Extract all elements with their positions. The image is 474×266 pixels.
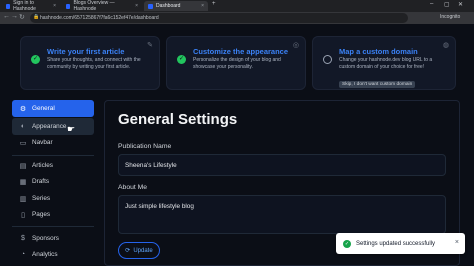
sidebar-item-analytics[interactable]: ◔ Analytics xyxy=(12,246,94,263)
sidebar-item-series[interactable]: ▥ Series xyxy=(12,190,94,207)
sidebar-item-label: Appearance xyxy=(32,123,67,130)
incomplete-circle-icon xyxy=(323,55,332,64)
publication-name-label: Publication Name xyxy=(118,143,172,150)
close-toast-icon[interactable]: × xyxy=(455,239,459,246)
tab-label: Sign in to Hashnode xyxy=(13,0,36,12)
card-description: Change your hashnode.dev blog URL to a c… xyxy=(339,57,433,70)
hashnode-favicon-icon xyxy=(6,3,11,9)
sidebar-item-sponsors[interactable]: $ Sponsors xyxy=(12,230,94,247)
close-tab-icon[interactable]: × xyxy=(201,3,204,9)
gear-icon: ⚙ xyxy=(19,105,27,113)
update-button[interactable]: ⟳ Update xyxy=(118,242,160,259)
close-window-icon[interactable]: ✕ xyxy=(458,1,463,8)
about-me-textarea[interactable]: Just simple lifestyle blog xyxy=(118,195,446,234)
success-check-icon: ✓ xyxy=(343,239,351,248)
hashnode-favicon-icon xyxy=(148,3,153,9)
palette-icon: ◐ xyxy=(20,123,26,130)
pencil-icon: ✎ xyxy=(147,42,153,49)
pages-icon: ▯ xyxy=(21,211,25,219)
tab-sign-in[interactable]: Sign in to Hashnode × xyxy=(2,0,60,12)
tab-blogs-overview[interactable]: Blogs Overview — Hashnode × xyxy=(62,0,142,12)
card-title: Customize the appearance xyxy=(193,47,289,56)
dollar-icon: $ xyxy=(21,235,25,242)
toast-message: Settings updated successfully xyxy=(356,240,436,247)
reload-icon[interactable]: ↻ xyxy=(19,13,25,21)
onboarding-card-customize[interactable]: ✓ Customize the appearance Personalize t… xyxy=(166,36,306,90)
skip-custom-domain-button[interactable]: Skip, I don't want custom domain xyxy=(339,81,416,88)
about-me-label: About Me xyxy=(118,184,148,191)
sidebar-item-general[interactable]: ⚙ General xyxy=(12,100,94,117)
page-title: General Settings xyxy=(118,111,238,128)
card-title: Write your first article xyxy=(47,47,125,56)
sidebar-divider xyxy=(12,155,94,156)
sidebar-item-label: Analytics xyxy=(32,251,58,258)
document-icon: ▤ xyxy=(19,162,27,170)
sidebar-item-articles[interactable]: ▤ Articles xyxy=(12,157,94,174)
url-text: hashnode.com/657125867f7fa6c152ef47e/das… xyxy=(40,15,159,21)
sidebar-item-appearance[interactable]: ◐ Appearance xyxy=(12,118,94,135)
success-toast: ✓ Settings updated successfully × xyxy=(336,233,465,254)
tab-label: Dashboard xyxy=(156,3,181,9)
checkmark-icon: ✓ xyxy=(31,55,40,64)
sidebar-item-label: Sponsors xyxy=(32,235,59,242)
navbar-icon: ▭ xyxy=(19,139,27,147)
sidebar-item-label: Navbar xyxy=(32,139,53,146)
onboarding-card-write-article[interactable]: ✓ Write your first article Share your th… xyxy=(20,36,160,90)
update-icon: ⟳ xyxy=(125,248,131,254)
maximize-icon[interactable]: ▢ xyxy=(444,1,450,8)
sidebar-divider xyxy=(12,226,94,227)
sidebar-item-pages[interactable]: ▯ Pages xyxy=(12,206,94,223)
url-input[interactable]: 🔒 hashnode.com/657125867f7fa6c152ef47e/d… xyxy=(30,13,408,23)
card-description: Personalize the design of your blog and … xyxy=(193,57,281,70)
drafts-icon: ▦ xyxy=(19,178,27,186)
sidebar-item-drafts[interactable]: ▦ Drafts xyxy=(12,173,94,190)
settings-sidebar: ⚙ General ◐ Appearance ▭ Navbar ▤ Articl… xyxy=(12,100,94,266)
tab-label: Blogs Overview — Hashnode xyxy=(73,0,115,12)
checkmark-icon: ✓ xyxy=(177,55,186,64)
series-icon: ▥ xyxy=(19,195,27,203)
sidebar-item-navbar[interactable]: ▭ Navbar xyxy=(12,134,94,151)
onboarding-card-custom-domain[interactable]: Map a custom domain Change your hashnode… xyxy=(312,36,456,90)
sidebar-item-label: Drafts xyxy=(32,178,50,185)
sidebar-item-label: Pages xyxy=(32,211,51,218)
publication-name-input[interactable]: Sheena's Lifestyle xyxy=(118,154,446,176)
globe-icon: ◍ xyxy=(442,42,449,49)
palette-icon: ◎ xyxy=(292,42,299,49)
close-tab-icon[interactable]: × xyxy=(135,3,138,9)
minimize-icon[interactable]: – xyxy=(430,1,433,7)
sidebar-item-label: General xyxy=(32,105,55,112)
analytics-icon: ◔ xyxy=(20,251,26,258)
update-button-label: Update xyxy=(133,247,153,254)
card-title: Map a custom domain xyxy=(339,47,418,56)
back-icon[interactable]: ← xyxy=(3,13,10,20)
mouse-pointer-icon: ☛ xyxy=(67,124,76,134)
forward-icon[interactable]: → xyxy=(11,13,18,20)
new-tab-button[interactable]: + xyxy=(212,1,216,7)
tab-dashboard[interactable]: Dashboard × xyxy=(144,1,208,11)
card-description: Share your thoughts, and connect with th… xyxy=(47,57,141,70)
incognito-label[interactable]: Incognito xyxy=(440,14,460,20)
sidebar-item-label: Articles xyxy=(32,162,53,169)
lock-icon: 🔒 xyxy=(33,14,40,20)
hashnode-favicon-icon xyxy=(66,3,71,9)
sidebar-item-label: Series xyxy=(32,195,51,202)
close-tab-icon[interactable]: × xyxy=(53,3,56,9)
